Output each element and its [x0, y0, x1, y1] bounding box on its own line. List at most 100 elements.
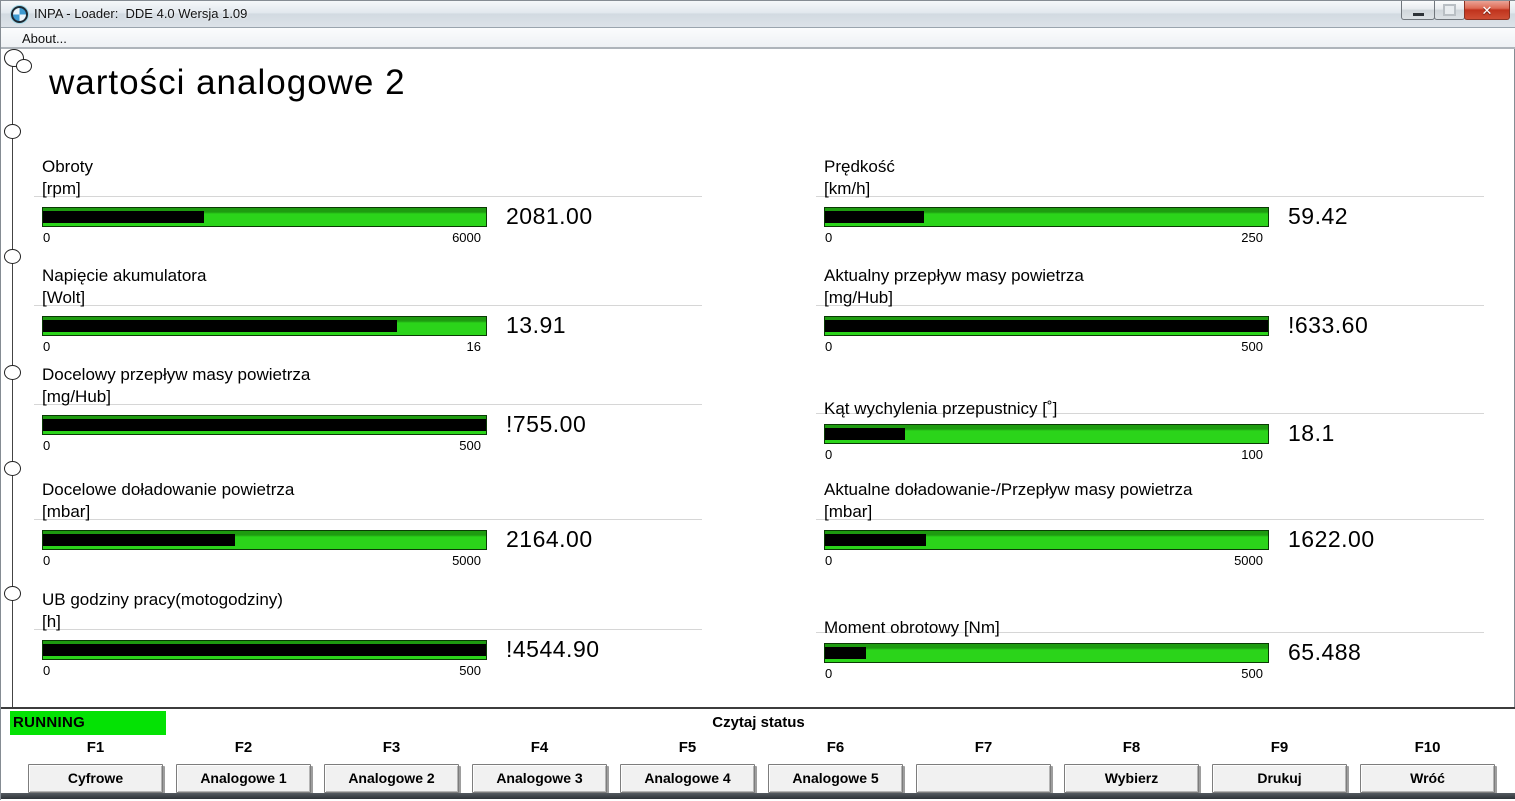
button-wroc[interactable]: Wróć: [1360, 764, 1495, 793]
gauge-value: 13.91: [506, 312, 567, 338]
menu-bar: About...: [1, 28, 1515, 49]
gauge-max: 500: [1241, 666, 1263, 681]
gauge-fill: [43, 210, 204, 223]
gauge-min: 0: [825, 230, 833, 245]
gauge-docelowy-przeplyw: Docelowy przepływ masy powietrza [mg/Hub…: [34, 364, 702, 453]
gauge-max: 500: [459, 663, 481, 678]
gauge-min: 0: [825, 666, 833, 681]
gauge-aktualny-przeplyw: Aktualny przepływ masy powietrza [mg/Hub…: [816, 265, 1484, 354]
gauge-bar: [42, 414, 487, 435]
gauge-fill: [43, 533, 235, 546]
gauge-napiecie-akumulatora: Napięcie akumulatora [Wolt] 13.91 0 16: [34, 265, 702, 354]
button-f7-empty[interactable]: [916, 764, 1051, 793]
gauge-bar: [42, 639, 487, 660]
maximize-button[interactable]: [1434, 1, 1465, 20]
gauge-min: 0: [43, 663, 51, 678]
fkey-label-f6: F6: [826, 739, 845, 756]
fkey-label-f3: F3: [382, 739, 401, 756]
fkey-label-f7: F7: [974, 739, 993, 756]
gauge-moment-obrotowy: Moment obrotowy [Nm] 65.488 0 500: [816, 617, 1484, 681]
gauge-unit: [mbar]: [42, 502, 91, 521]
footer-status-text: Czytaj status: [712, 714, 805, 731]
gauge-unit: [rpm]: [42, 179, 81, 198]
gauge-aktualne-doladowanie: Aktualne doładowanie-/Przepływ masy powi…: [816, 479, 1484, 568]
gauge-max: 250: [1241, 230, 1263, 245]
connector-circle: [16, 59, 32, 73]
page-title: wartości analogowe 2: [49, 63, 406, 102]
gauge-bar: [824, 206, 1269, 227]
close-icon: ✕: [1481, 2, 1493, 18]
gauge-ub-godziny-pracy: UB godziny pracy(motogodziny) [h] !4544.…: [34, 589, 702, 678]
connector-circle: [4, 124, 21, 139]
gauge-unit: [km/h]: [824, 179, 871, 198]
gauge-value: 59.42: [1288, 203, 1349, 229]
button-cyfrowe[interactable]: Cyfrowe: [28, 764, 163, 793]
gauge-label: Prędkość: [824, 157, 895, 176]
gauge-value: !4544.90: [506, 636, 600, 662]
gauge-min: 0: [43, 438, 51, 453]
gauge-label: Docelowy przepływ masy powietrza: [42, 365, 311, 384]
gauge-fill: [825, 646, 867, 659]
maximize-icon: [1443, 4, 1456, 16]
gauge-value: 2164.00: [506, 526, 593, 552]
window-title: INPA - Loader: DDE 4.0 Wersja 1.09: [34, 6, 248, 21]
fkey-label-f1: F1: [86, 739, 105, 756]
fkey-label-f2: F2: [234, 739, 253, 756]
gauge-fill: [43, 418, 486, 431]
gauge-bar: [824, 423, 1269, 444]
gauge-value: 1622.00: [1288, 526, 1375, 552]
gauge-value: !633.60: [1288, 312, 1369, 338]
gauge-fill: [825, 427, 906, 440]
gauge-value: 18.1: [1288, 420, 1335, 446]
gauge-docelowe-doladowanie: Docelowe doładowanie powietrza [mbar] 21…: [34, 479, 702, 568]
button-analogowe-3[interactable]: Analogowe 3: [472, 764, 607, 793]
connector-circle: [4, 586, 21, 601]
minimize-icon: [1412, 12, 1424, 16]
button-wybierz[interactable]: Wybierz: [1064, 764, 1199, 793]
fkey-label-f5: F5: [678, 739, 697, 756]
gauge-max: 500: [459, 438, 481, 453]
gauge-unit: [mbar]: [824, 502, 873, 521]
gauge-label: UB godziny pracy(motogodziny): [42, 590, 283, 609]
fkey-label-f10: F10: [1414, 739, 1441, 756]
connector-circle: [4, 365, 21, 380]
gauge-unit: [mg/Hub]: [42, 387, 111, 406]
gauge-obroty: Obroty [rpm] 2081.00 0 6000: [34, 156, 702, 245]
gauge-fill: [43, 643, 486, 656]
close-button[interactable]: ✕: [1464, 1, 1510, 20]
gauge-unit: [Wolt]: [42, 288, 86, 307]
gauge-max: 6000: [452, 230, 481, 245]
bmw-logo-icon: [11, 6, 28, 23]
button-analogowe-2[interactable]: Analogowe 2: [324, 764, 459, 793]
gauge-predkosc: Prędkość [km/h] 59.42 0 250: [816, 156, 1484, 245]
connector-line: [12, 58, 13, 708]
gauge-value: !755.00: [506, 411, 587, 437]
gauge-max: 16: [466, 339, 481, 354]
button-analogowe-4[interactable]: Analogowe 4: [620, 764, 755, 793]
button-drukuj[interactable]: Drukuj: [1212, 764, 1347, 793]
gauge-fill: [825, 319, 1268, 332]
gauge-value: 2081.00: [506, 203, 593, 229]
gauge-max: 500: [1241, 339, 1263, 354]
gauge-label: Docelowe doładowanie powietrza: [42, 480, 295, 499]
gauge-label: Moment obrotowy [Nm]: [824, 618, 1000, 637]
gauge-unit: [h]: [42, 612, 61, 631]
button-analogowe-1[interactable]: Analogowe 1: [176, 764, 311, 793]
minimize-button[interactable]: [1401, 1, 1435, 20]
menu-item-about[interactable]: About...: [18, 30, 71, 47]
gauge-bar: [824, 642, 1269, 663]
window-bottom-frame: [1, 793, 1515, 799]
gauge-bar: [824, 315, 1269, 336]
gauge-bar: [42, 206, 487, 227]
button-analogowe-5[interactable]: Analogowe 5: [768, 764, 903, 793]
gauge-min: 0: [43, 339, 51, 354]
gauge-label: Aktualny przepływ masy powietrza: [824, 266, 1084, 285]
fkey-label-f9: F9: [1270, 739, 1289, 756]
gauge-max: 100: [1241, 447, 1263, 462]
gauge-unit: [mg/Hub]: [824, 288, 893, 307]
fkey-label-f8: F8: [1122, 739, 1141, 756]
gauge-bar: [42, 529, 487, 550]
gauge-fill: [825, 533, 926, 546]
gauge-label: Napięcie akumulatora: [42, 266, 207, 285]
footer: RUNNING Czytaj status F1 F2 F3 F4 F5 F6 …: [1, 707, 1515, 801]
